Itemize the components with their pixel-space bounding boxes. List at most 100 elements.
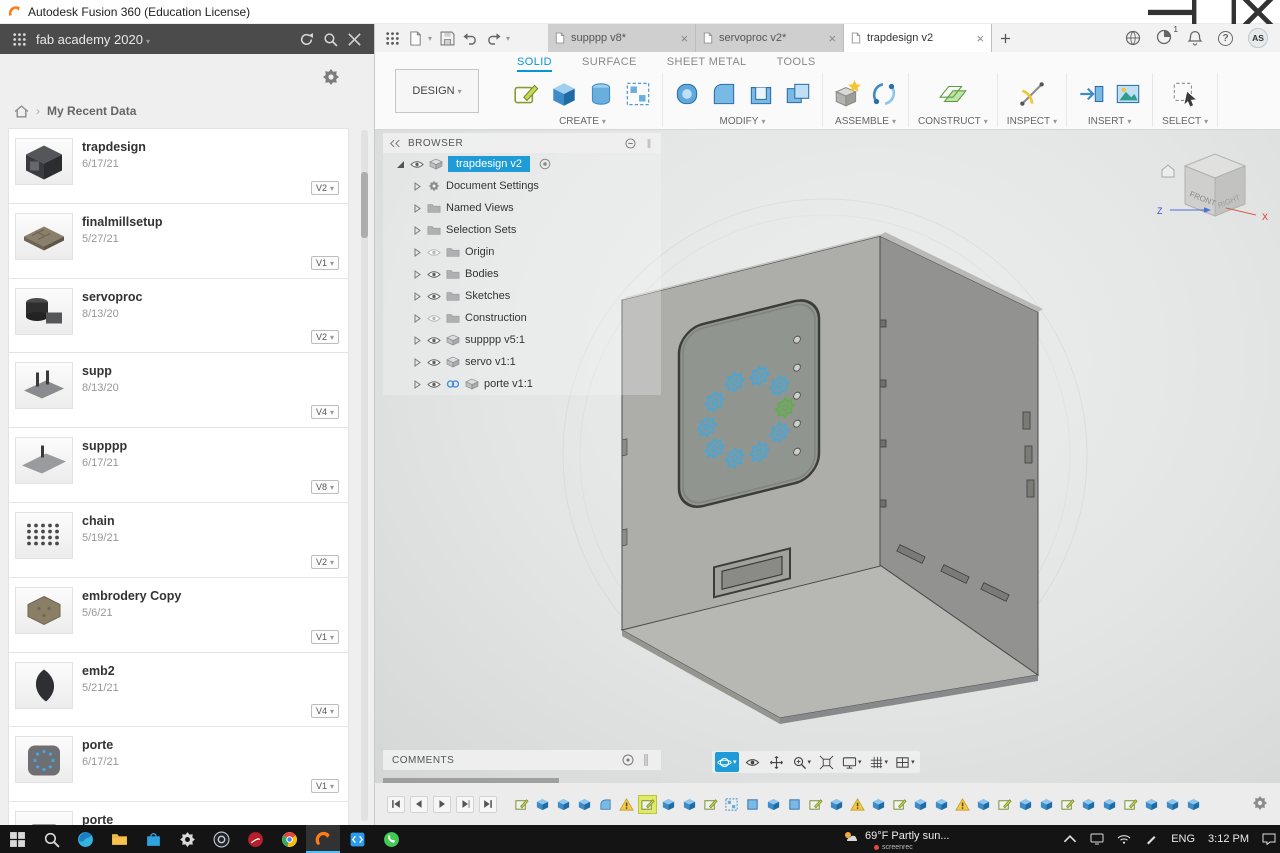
project-selector[interactable]: fab academy 2020 xyxy=(36,32,150,47)
zoom-tool[interactable] xyxy=(790,752,814,772)
visibility-eye-icon[interactable] xyxy=(427,248,441,257)
expand-arrow-icon[interactable] xyxy=(413,203,422,213)
version-badge[interactable]: V2 xyxy=(310,554,339,569)
ribbon-group-label[interactable]: ASSEMBLE xyxy=(835,116,896,127)
timeline-feature-extrude[interactable] xyxy=(975,796,992,813)
recent-item[interactable]: supp 8/13/20 V4 xyxy=(9,353,348,429)
visibility-eye-icon[interactable] xyxy=(427,380,441,389)
document-tab[interactable]: supppp v8* × xyxy=(548,24,697,52)
browser-root-label[interactable]: trapdesign v2 xyxy=(448,156,531,172)
file-menu-button[interactable] xyxy=(408,27,432,49)
timeline-feature-sketch[interactable] xyxy=(1059,796,1076,813)
timeline-feature-fillet[interactable] xyxy=(597,796,614,813)
refresh-icon[interactable] xyxy=(299,32,314,47)
browser-row[interactable]: Origin xyxy=(383,241,661,263)
display-tool[interactable] xyxy=(840,752,864,772)
timeline-feature-extrude[interactable] xyxy=(1017,796,1034,813)
timeline-feature-extrude[interactable] xyxy=(912,796,929,813)
close-tab-icon[interactable]: × xyxy=(976,32,984,45)
plane-icon[interactable] xyxy=(938,79,968,109)
tray-pen-icon[interactable] xyxy=(1144,833,1158,845)
timeline-feature-sketch[interactable] xyxy=(891,796,908,813)
screen-recorder-badge[interactable]: screenrec xyxy=(874,844,913,851)
browser-row[interactable]: Named Views xyxy=(383,197,661,219)
close-panel-icon[interactable] xyxy=(347,32,362,47)
look-at-tool[interactable] xyxy=(742,752,763,772)
orbit-tool[interactable] xyxy=(715,752,739,772)
step-forward-button[interactable] xyxy=(456,795,474,813)
data-settings-gear-icon[interactable] xyxy=(322,68,340,86)
ribbon-tab-sheet-metal[interactable]: SHEET METAL xyxy=(667,52,747,72)
pan-tool[interactable] xyxy=(766,752,787,772)
visibility-eye-icon[interactable] xyxy=(427,336,441,345)
view-cube[interactable]: FRONT RIGHT Z X xyxy=(1157,153,1268,222)
help-icon[interactable]: ? xyxy=(1218,30,1233,46)
recent-item[interactable]: supppp 6/17/21 V8 xyxy=(9,428,348,503)
new-tab-button[interactable] xyxy=(992,33,1018,44)
ribbon-tab-solid[interactable]: SOLID xyxy=(517,52,552,72)
comments-bar[interactable]: COMMENTS xyxy=(383,750,661,770)
version-badge[interactable]: V8 xyxy=(310,479,339,494)
timeline-feature-box[interactable] xyxy=(786,796,803,813)
version-badge[interactable]: V1 xyxy=(310,779,339,794)
action-center-icon[interactable] xyxy=(1262,833,1276,845)
create-sketch-icon[interactable] xyxy=(512,79,542,109)
expand-arrow-icon[interactable] xyxy=(413,291,422,301)
timeline-feature-extrude[interactable] xyxy=(660,796,677,813)
browser-row[interactable]: Construction xyxy=(383,307,661,329)
browser-row[interactable]: Selection Sets xyxy=(383,219,661,241)
extensions-icon[interactable] xyxy=(1125,30,1141,46)
clock[interactable]: 3:12 PM xyxy=(1208,833,1249,845)
timeline-feature-warning[interactable] xyxy=(954,796,971,813)
revolve-icon[interactable] xyxy=(586,79,616,109)
display-filter-icon[interactable] xyxy=(625,137,636,149)
browser-row[interactable]: servo v1:1 xyxy=(383,351,661,373)
browser-row[interactable]: Document Settings xyxy=(383,175,661,197)
avatar[interactable]: AS xyxy=(1248,28,1268,48)
recent-item[interactable]: trapdesign 6/17/21 V2 xyxy=(9,129,348,204)
version-badge[interactable]: V4 xyxy=(310,704,339,719)
recent-item[interactable]: embrodery Copy 5/6/21 V1 xyxy=(9,577,348,653)
browser-header[interactable]: BROWSER xyxy=(383,133,661,153)
timeline-feature-extrude[interactable] xyxy=(870,796,887,813)
weather-widget[interactable]: 69°F Partly sun... xyxy=(843,830,950,842)
timeline-feature-sketch[interactable] xyxy=(1122,796,1139,813)
collapse-panel-icon[interactable] xyxy=(389,139,401,148)
search-taskbar-icon[interactable] xyxy=(34,825,68,853)
browser-row[interactable]: Bodies xyxy=(383,263,661,285)
viewport[interactable]: FRONT RIGHT Z X BROWSER trapdesign v2 Do… xyxy=(375,130,1280,784)
explorer-taskbar-icon[interactable] xyxy=(102,825,136,853)
shell-icon[interactable] xyxy=(746,79,776,109)
version-badge[interactable]: V2 xyxy=(310,180,339,195)
timeline-feature-extrude[interactable] xyxy=(1080,796,1097,813)
timeline-feature-warning[interactable] xyxy=(618,796,635,813)
expand-arrow-icon[interactable] xyxy=(413,379,422,389)
data-panel-scrollbar[interactable] xyxy=(361,130,368,821)
skip-end-button[interactable] xyxy=(479,795,497,813)
tray-monitor-icon[interactable] xyxy=(1090,833,1104,845)
insert-derive-icon[interactable] xyxy=(1076,79,1106,109)
maximize-button[interactable] xyxy=(1192,0,1236,34)
view-cube-home-icon[interactable] xyxy=(1161,164,1175,178)
ribbon-group-label[interactable]: CREATE xyxy=(559,116,606,127)
timeline-feature-sketch[interactable] xyxy=(513,796,530,813)
acrobat-taskbar-icon[interactable] xyxy=(238,825,272,853)
recent-item[interactable]: emb2 5/21/21 V4 xyxy=(9,652,348,728)
fillet-icon[interactable] xyxy=(709,79,739,109)
settings-taskbar-icon[interactable] xyxy=(170,825,204,853)
panel-grip[interactable] xyxy=(643,138,655,148)
recent-item[interactable]: chain 5/19/21 V2 xyxy=(9,502,348,578)
timeline-settings-gear-icon[interactable] xyxy=(1252,795,1268,811)
expand-arrow-icon[interactable] xyxy=(413,357,422,367)
timeline-feature-extrude[interactable] xyxy=(576,796,593,813)
combine-icon[interactable] xyxy=(783,79,813,109)
timeline-feature-extrude[interactable] xyxy=(765,796,782,813)
ribbon-group-label[interactable]: MODIFY xyxy=(720,116,766,127)
version-badge[interactable]: V2 xyxy=(310,330,339,345)
browser-row[interactable]: Sketches xyxy=(383,285,661,307)
version-badge[interactable]: V1 xyxy=(310,629,339,644)
expand-arrow-icon[interactable] xyxy=(413,269,422,279)
notifications-bell-icon[interactable] xyxy=(1187,30,1203,46)
fusion-taskbar-icon[interactable] xyxy=(306,825,340,853)
timeline-feature-extrude[interactable] xyxy=(1101,796,1118,813)
